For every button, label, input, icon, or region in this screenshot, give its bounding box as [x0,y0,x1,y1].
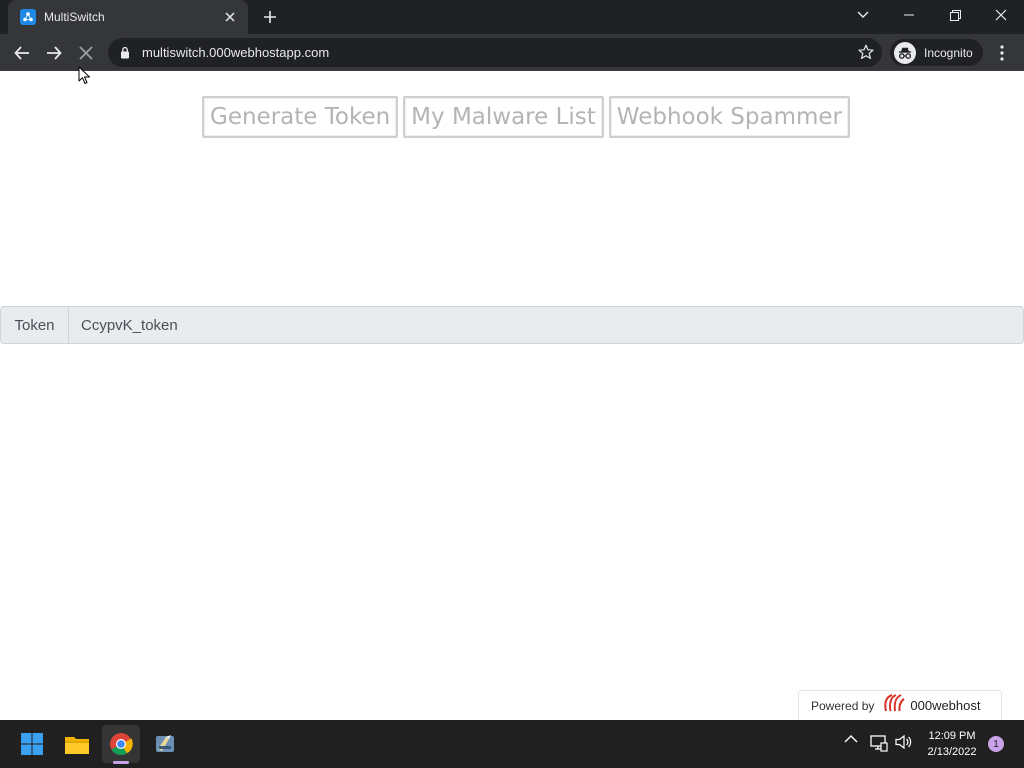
app-pinned-icon[interactable] [146,725,184,763]
kebab-menu-icon[interactable] [992,40,1012,66]
lock-icon[interactable] [120,46,130,64]
start-windows-icon[interactable] [13,725,51,763]
network-icon[interactable] [870,734,888,752]
powered-by-badge[interactable]: Powered by 000webhost [798,690,1002,720]
powered-by-text: Powered by [811,698,875,713]
back-icon[interactable] [8,39,36,67]
clock-date: 2/13/2022 [927,746,977,758]
tab-title: MultiSwitch [44,10,105,24]
active-app-indicator [113,761,129,764]
tab-search-chevron-icon[interactable] [840,0,886,30]
url-text: multiswitch.000webhostapp.com [142,45,330,60]
system-clock[interactable]: 12:09 PM 2/13/2022 [920,728,984,760]
notification-badge[interactable]: 1 [988,736,1004,752]
incognito-icon [894,41,916,64]
incognito-label: Incognito [924,45,973,60]
webhook-spammer-button[interactable]: Webhook Spammer [608,96,851,138]
chrome-taskbar-icon[interactable] [102,725,140,763]
volume-icon[interactable] [895,734,913,750]
my-malware-list-button[interactable]: My Malware List [403,96,604,138]
stop-loading-icon[interactable] [72,39,100,67]
page-viewport: Generate Token My Malware List Webhook S… [0,72,1024,720]
browser-toolbar: multiswitch.000webhostapp.com Incognito [0,34,1024,71]
browser-tab[interactable]: MultiSwitch [8,0,248,34]
multiswitch-favicon-icon [20,9,36,25]
file-explorer-icon[interactable] [58,725,96,763]
token-input-group: Token CcypvK_token [0,306,1024,344]
token-label: Token [1,307,69,343]
brand-name: 000webhost [910,698,981,713]
restore-icon[interactable] [932,0,978,30]
forward-icon[interactable] [40,39,68,67]
incognito-indicator[interactable]: Incognito [890,39,983,66]
000webhost-logo-icon [882,693,906,718]
clock-time: 12:09 PM [928,730,976,742]
minimize-icon[interactable] [886,0,932,30]
new-tab-icon[interactable] [258,6,282,28]
address-bar[interactable]: multiswitch.000webhostapp.com [108,38,882,67]
tab-close-icon[interactable] [222,9,238,25]
bookmark-star-icon[interactable] [858,44,874,65]
tray-chevron-up-icon[interactable] [844,734,858,744]
generate-token-button[interactable]: Generate Token [202,96,399,138]
tab-strip: MultiSwitch [0,0,1024,34]
mouse-cursor-icon [78,66,91,90]
taskbar: 12:09 PM 2/13/2022 1 [0,720,1024,768]
token-field[interactable]: CcypvK_token [69,307,1023,343]
window-close-icon[interactable] [978,0,1024,30]
nav-button-row: Generate Token My Malware List Webhook S… [202,96,851,138]
